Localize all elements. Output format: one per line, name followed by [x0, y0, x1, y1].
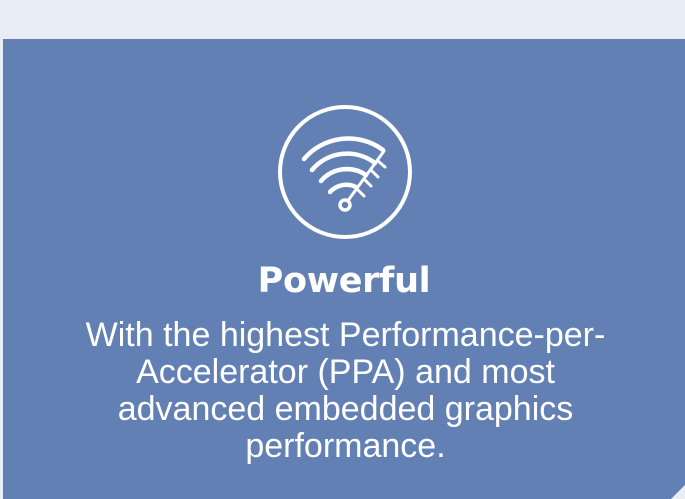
gauge-speed-icon [276, 103, 414, 241]
feature-title: Powerful [257, 261, 431, 301]
card-corner [671, 485, 685, 499]
feature-description: With the highest Performance-per-Acceler… [85, 316, 606, 465]
feature-card: Powerful With the highest Performance-pe… [3, 39, 685, 499]
page: Powerful With the highest Performance-pe… [0, 0, 685, 499]
